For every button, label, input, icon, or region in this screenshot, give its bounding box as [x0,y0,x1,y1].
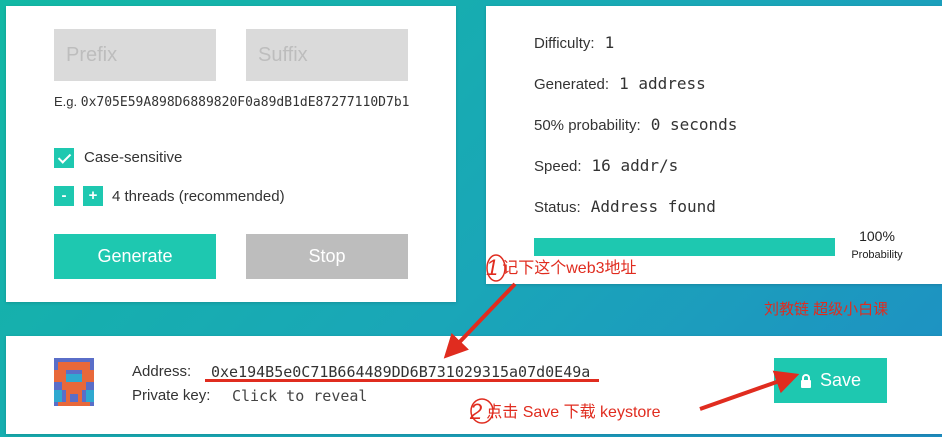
generated-label: Generated: [534,76,610,93]
step2-number: 2 [470,399,483,424]
save-button[interactable]: Save [774,358,887,403]
suffix-input[interactable] [246,29,408,81]
increase-threads-button[interactable]: + [83,186,103,206]
lock-icon [800,374,811,389]
step1-text: 记下这个web3地址 [502,260,637,277]
probability-row: 50% probability: 0 seconds [534,115,737,134]
generator-settings-panel: E.g. 0x705E59A898D6889820F0a89dB1dE87277… [6,6,456,302]
stop-button[interactable]: Stop [246,234,408,279]
reveal-private-key-link[interactable]: Click to reveal [232,387,367,405]
identicon-avatar [54,358,94,406]
example-address: E.g. 0x705E59A898D6889820F0a89dB1dE87277… [54,92,424,113]
difficulty-label: Difficulty: [534,35,595,52]
speed-value: 16 addr/s [591,156,679,175]
private-key-label: Private key: [132,387,211,404]
status-value: Address found [590,197,716,216]
speed-row: Speed: 16 addr/s [534,156,678,175]
status-label: Status: [534,199,581,216]
generated-value: 1 address [619,74,706,93]
stats-panel: Difficulty: 1 Generated: 1 address 50% pro… [486,6,942,284]
progress-caption: Probability [851,249,903,261]
generate-button[interactable]: Generate [54,234,216,279]
prefix-input[interactable] [54,29,216,81]
generated-row: Generated: 1 address [534,74,706,93]
address-label: Address: [132,363,192,380]
step1-annotation: 1 记下这个web3地址 [486,254,637,281]
watermark: 刘教链 超级小白课 [764,301,889,318]
step2-text: 点击 Save 下载 keystore [486,404,661,421]
address-underline-annotation [205,379,599,382]
case-sensitive-checkbox[interactable] [54,148,74,168]
decrease-threads-button[interactable]: - [54,186,74,206]
threads-label: 4 threads (recommended) [112,188,285,205]
step1-number: 1 [486,255,499,280]
case-sensitive-label: Case-sensitive [84,149,183,166]
status-row: Status: Address found [534,197,716,216]
probability-label: 50% probability: [534,117,641,134]
difficulty-row: Difficulty: 1 [534,33,614,52]
progress-percent: 100% [859,228,895,244]
save-label: Save [819,370,862,390]
speed-label: Speed: [534,158,582,175]
example-label: E.g. [54,94,78,109]
difficulty-value: 1 [604,33,615,52]
probability-value: 0 seconds [650,115,738,134]
step2-annotation: 2 点击 Save 下载 keystore [470,398,661,425]
example-value: 0x705E59A898D6889820F0a89dB1dE87277110D7… [80,95,410,110]
